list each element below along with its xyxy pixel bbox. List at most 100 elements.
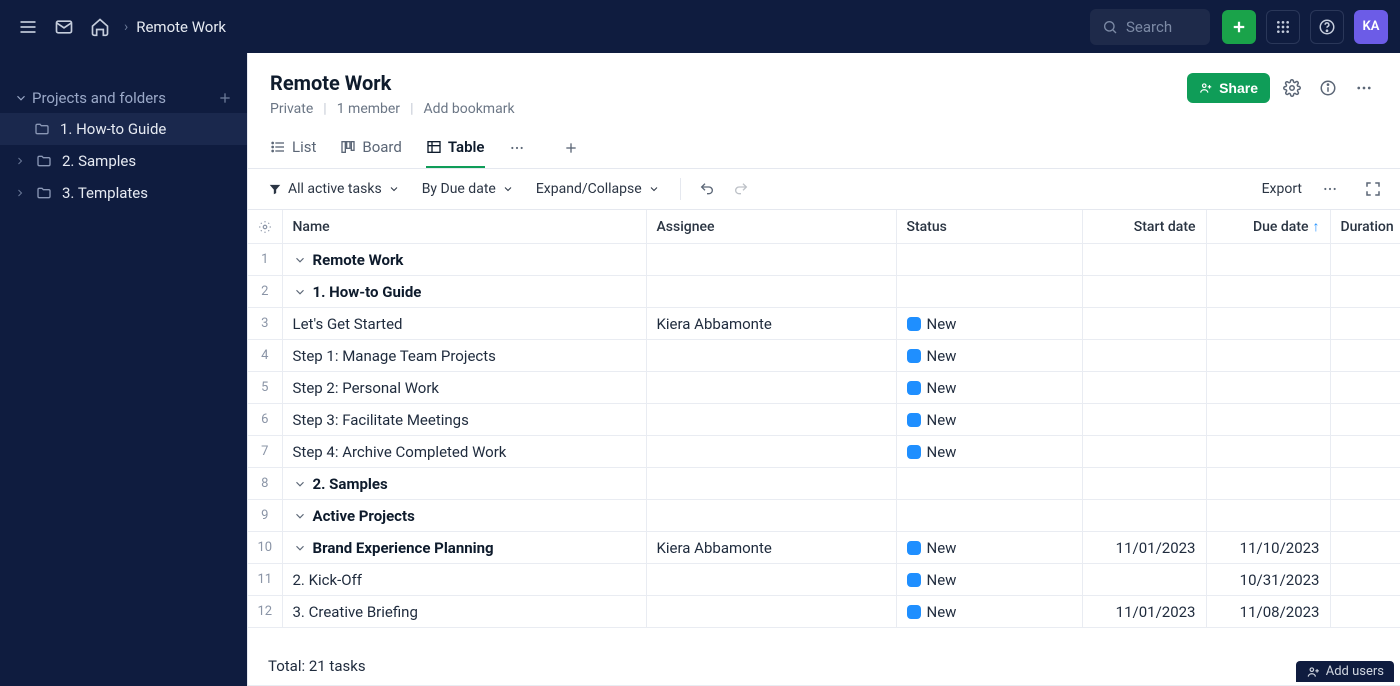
expand-row-icon[interactable] bbox=[293, 477, 307, 491]
status-label: New bbox=[927, 315, 957, 333]
search-input[interactable]: Search bbox=[1090, 9, 1210, 45]
table-row[interactable]: 7Step 4: Archive Completed WorkNew bbox=[248, 436, 1400, 468]
undo-icon[interactable] bbox=[695, 177, 719, 201]
export-button[interactable]: Export bbox=[1256, 177, 1308, 201]
row-number: 4 bbox=[261, 348, 268, 363]
status-label: New bbox=[927, 571, 957, 589]
more-icon[interactable] bbox=[1350, 74, 1378, 102]
tab-list[interactable]: List bbox=[270, 127, 316, 168]
add-users-button[interactable]: Add users bbox=[1296, 661, 1394, 682]
table-row[interactable]: 10 Brand Experience Planning Kiera Abbamon… bbox=[248, 532, 1400, 564]
tab-table-label: Table bbox=[448, 138, 485, 156]
row-number: 1 bbox=[261, 252, 268, 267]
table-row[interactable]: 21. How-to Guide bbox=[248, 276, 1400, 308]
assignee-name: Kiera Abbamonte bbox=[657, 539, 772, 557]
help-icon[interactable] bbox=[1310, 10, 1344, 44]
search-icon bbox=[1102, 19, 1118, 35]
table-row[interactable]: 6Step 3: Facilitate MeetingsNew bbox=[248, 404, 1400, 436]
sidebar: Projects and folders 1. How-to Guide2. S… bbox=[0, 53, 247, 686]
table-row[interactable]: 4 Step 1: Manage Team Projects New bbox=[248, 340, 1400, 372]
table-row[interactable]: 82. Samples bbox=[248, 468, 1400, 500]
create-button[interactable] bbox=[1222, 10, 1256, 44]
chevron-down-icon bbox=[502, 183, 514, 195]
tab-table[interactable]: Table bbox=[426, 127, 485, 168]
chevron-down-icon bbox=[388, 183, 400, 195]
settings-icon[interactable] bbox=[1278, 74, 1306, 102]
status-indicator bbox=[907, 349, 921, 363]
list-icon bbox=[270, 139, 286, 155]
row-number: 10 bbox=[257, 540, 272, 555]
row-number: 9 bbox=[261, 508, 268, 523]
task-name: Step 2: Personal Work bbox=[293, 379, 440, 397]
table-row[interactable]: 123. Creative BriefingNew11/01/202311/08… bbox=[248, 596, 1400, 628]
task-name: 2. Kick-Off bbox=[293, 571, 363, 589]
tab-more-icon[interactable] bbox=[509, 140, 525, 156]
status-indicator bbox=[907, 573, 921, 587]
home-icon[interactable] bbox=[84, 11, 116, 43]
share-icon bbox=[1199, 81, 1213, 95]
info-icon[interactable] bbox=[1314, 74, 1342, 102]
add-user-icon bbox=[1306, 665, 1320, 679]
table-toolbar: All active tasks By Due date Expand/Coll… bbox=[248, 169, 1400, 210]
table-row[interactable]: 112. Kick-OffNew10/31/2023 bbox=[248, 564, 1400, 596]
status-label: New bbox=[927, 379, 957, 397]
table-row[interactable]: 3Let's Get StartedKiera AbbamonteNew bbox=[248, 308, 1400, 340]
status-label: New bbox=[927, 347, 957, 365]
share-button[interactable]: Share bbox=[1187, 73, 1270, 103]
row-number: 2 bbox=[261, 284, 268, 299]
sidebar-item[interactable]: 3. Templates bbox=[0, 177, 247, 209]
column-name[interactable]: Name bbox=[282, 210, 646, 244]
expand-row-icon[interactable] bbox=[293, 509, 307, 523]
status-indicator bbox=[907, 381, 921, 395]
expand-row-icon[interactable] bbox=[293, 253, 307, 267]
row-number: 3 bbox=[261, 316, 268, 331]
column-duration[interactable]: Duration bbox=[1330, 210, 1400, 244]
tab-board[interactable]: Board bbox=[340, 127, 401, 168]
hamburger-menu-icon[interactable] bbox=[12, 11, 44, 43]
filter-dropdown[interactable]: All active tasks bbox=[262, 177, 406, 201]
expand-row-icon[interactable] bbox=[293, 285, 307, 299]
inbox-icon[interactable] bbox=[48, 11, 80, 43]
sidebar-item[interactable]: 1. How-to Guide bbox=[0, 113, 247, 145]
task-name: Step 1: Manage Team Projects bbox=[293, 347, 496, 365]
topbar: › Remote Work Search KA bbox=[0, 0, 1400, 53]
add-bookmark-link[interactable]: Add bookmark bbox=[423, 101, 514, 117]
task-name: Active Projects bbox=[313, 507, 415, 525]
task-name: Step 3: Facilitate Meetings bbox=[293, 411, 469, 429]
table-row[interactable]: 1Remote Work bbox=[248, 244, 1400, 276]
column-due-date[interactable]: Due date bbox=[1206, 210, 1330, 244]
column-settings-icon[interactable] bbox=[248, 210, 282, 244]
total-tasks-label: Total: 21 tasks bbox=[258, 657, 366, 675]
expand-row-icon[interactable] bbox=[293, 541, 307, 555]
column-status[interactable]: Status bbox=[896, 210, 1082, 244]
column-start-date[interactable]: Start date bbox=[1082, 210, 1206, 244]
toolbar-more-icon[interactable] bbox=[1318, 177, 1342, 201]
sidebar-item[interactable]: 2. Samples bbox=[0, 145, 247, 177]
start-date: 11/01/2023 bbox=[1116, 539, 1196, 557]
status-indicator bbox=[907, 413, 921, 427]
expand-collapse-dropdown[interactable]: Expand/Collapse bbox=[530, 177, 666, 201]
row-number: 11 bbox=[257, 572, 272, 587]
table: Name Assignee Status Start date Due date… bbox=[248, 210, 1400, 686]
members-label[interactable]: 1 member bbox=[337, 101, 400, 117]
add-view-icon[interactable] bbox=[559, 136, 583, 160]
sidebar-section-header[interactable]: Projects and folders bbox=[0, 83, 247, 113]
share-label: Share bbox=[1219, 80, 1258, 96]
privacy-label[interactable]: Private bbox=[270, 101, 313, 117]
due-date: 11/10/2023 bbox=[1240, 539, 1320, 557]
task-name: Brand Experience Planning bbox=[313, 539, 494, 557]
table-row[interactable]: 5Step 2: Personal WorkNew bbox=[248, 372, 1400, 404]
column-assignee[interactable]: Assignee bbox=[646, 210, 896, 244]
row-number: 12 bbox=[257, 604, 272, 619]
fullscreen-icon[interactable] bbox=[1360, 176, 1386, 202]
chevron-down-icon bbox=[648, 183, 660, 195]
sort-dropdown[interactable]: By Due date bbox=[416, 177, 520, 201]
user-avatar[interactable]: KA bbox=[1354, 10, 1388, 44]
table-row[interactable]: 9 Active Projects bbox=[248, 500, 1400, 532]
status-label: New bbox=[927, 443, 957, 461]
status-indicator bbox=[907, 541, 921, 555]
breadcrumb[interactable]: Remote Work bbox=[136, 18, 226, 36]
add-folder-icon[interactable] bbox=[217, 90, 233, 106]
redo-icon[interactable] bbox=[729, 177, 753, 201]
apps-grid-icon[interactable] bbox=[1266, 10, 1300, 44]
